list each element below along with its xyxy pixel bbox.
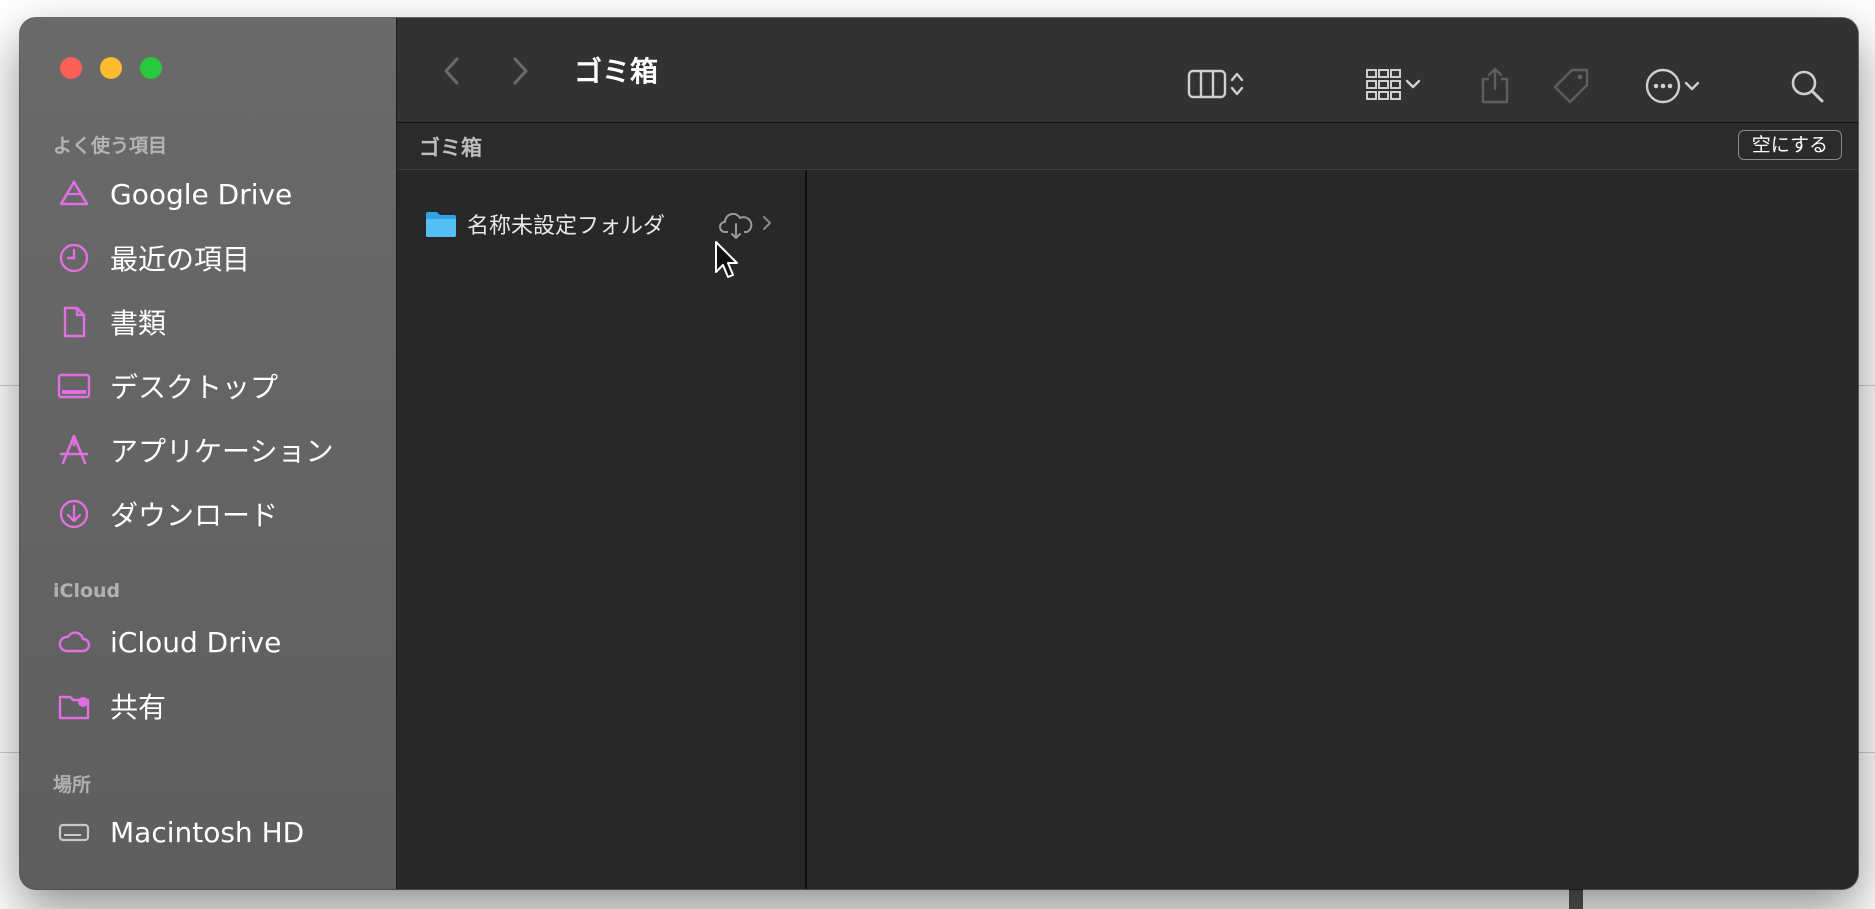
main-content: ゴミ箱 ゴミ箱 空にする 名称未設定フォルダ <box>397 18 1858 889</box>
sidebar-item-label: Macintosh HD <box>110 815 305 849</box>
empty-trash-button[interactable]: 空にする <box>1737 130 1842 160</box>
sidebar-item-recents[interactable]: 最近の項目 <box>54 230 384 286</box>
sidebar-item-downloads[interactable]: ダウンロード <box>54 486 384 542</box>
sidebar-item-label: アプリケーション <box>110 435 334 468</box>
sidebar-section-icloud: iCloud <box>53 580 121 602</box>
sidebar-item-label: ダウンロード <box>110 499 279 532</box>
tag-button[interactable] <box>1551 68 1591 108</box>
sidebar-item-label: 共有 <box>110 691 167 724</box>
chevron-down-icon <box>1682 76 1702 100</box>
google-drive-icon <box>54 174 94 214</box>
search-button[interactable] <box>1787 68 1827 108</box>
mouse-cursor-icon <box>714 240 740 284</box>
search-icon <box>1789 68 1825 108</box>
sidebar-item-label: デスクトップ <box>110 371 279 404</box>
sidebar-item-documents[interactable]: 書類 <box>54 294 384 350</box>
cloud-icon <box>54 622 94 662</box>
sidebar-item-label: Google Drive <box>110 177 293 211</box>
minimize-button[interactable] <box>100 57 122 79</box>
chevron-right-icon <box>761 213 773 239</box>
sidebar-section-locations: 場所 <box>53 774 92 796</box>
sidebar-item-icloud-drive[interactable]: iCloud Drive <box>54 614 384 670</box>
chevron-updown-icon <box>1227 68 1247 104</box>
finder-window: よく使う項目 Google Drive 最近の項目 書類 デスクトップ アプリケ… <box>20 18 1858 889</box>
sidebar-item-desktop[interactable]: デスクトップ <box>54 358 384 414</box>
sidebar-item-label: 書類 <box>110 307 167 340</box>
sidebar-item-label: 最近の項目 <box>110 243 251 276</box>
applications-icon <box>54 430 94 470</box>
sidebar: よく使う項目 Google Drive 最近の項目 書類 デスクトップ アプリケ… <box>20 18 397 889</box>
document-icon <box>54 302 94 342</box>
toolbar: ゴミ箱 <box>397 18 1858 123</box>
sidebar-item-google-drive[interactable]: Google Drive <box>54 166 384 222</box>
desktop-icon <box>54 366 94 406</box>
clock-icon <box>54 238 94 278</box>
sidebar-item-shared[interactable]: 共有 <box>54 678 384 734</box>
download-icon <box>54 494 94 534</box>
preview-column <box>807 170 1858 889</box>
file-column: 名称未設定フォルダ <box>397 170 807 889</box>
sidebar-item-macintosh-hd[interactable]: Macintosh HD <box>54 804 384 860</box>
folder-icon <box>426 212 456 237</box>
more-icon <box>1644 67 1682 109</box>
action-menu-button[interactable] <box>1633 68 1713 108</box>
share-icon <box>1478 67 1512 109</box>
forward-button[interactable] <box>505 54 535 88</box>
sidebar-item-applications[interactable]: アプリケーション <box>54 422 384 478</box>
view-mode-button[interactable] <box>1177 68 1257 104</box>
sidebar-item-label: iCloud Drive <box>110 625 282 659</box>
chevron-down-icon <box>1403 74 1423 98</box>
zoom-button[interactable] <box>140 57 162 79</box>
back-button[interactable] <box>437 54 467 88</box>
group-button[interactable] <box>1359 68 1429 104</box>
sidebar-section-favorites: よく使う項目 <box>53 135 168 157</box>
trash-title: ゴミ箱 <box>419 136 482 160</box>
close-button[interactable] <box>60 57 82 79</box>
window-title: ゴミ箱 <box>574 55 659 88</box>
trash-header-bar: ゴミ箱 空にする <box>397 123 1858 170</box>
grid-icon <box>1365 67 1403 105</box>
column-view-icon <box>1187 68 1227 104</box>
list-item[interactable]: 名称未設定フォルダ <box>425 206 795 242</box>
shared-folder-icon <box>54 686 94 726</box>
file-name: 名称未設定フォルダ <box>467 214 666 239</box>
tag-icon <box>1552 67 1590 109</box>
hard-drive-icon <box>54 812 94 852</box>
share-button[interactable] <box>1475 67 1515 109</box>
window-controls <box>60 57 162 79</box>
